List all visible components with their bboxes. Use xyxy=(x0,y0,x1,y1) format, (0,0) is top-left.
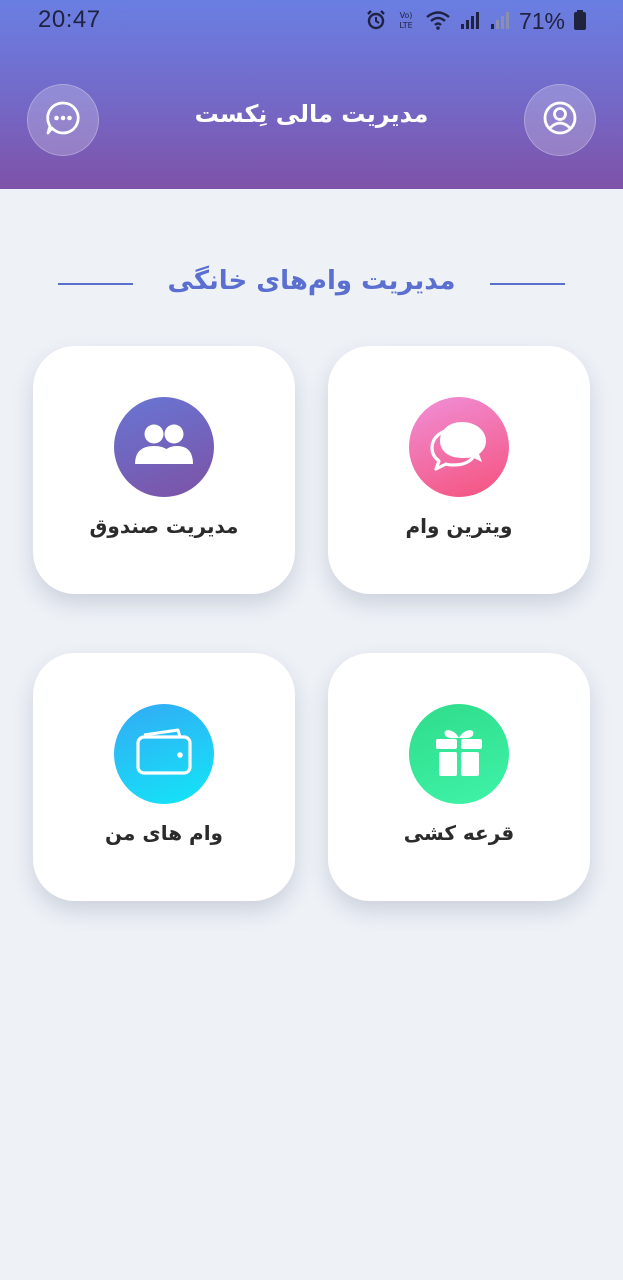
signal-weak-icon xyxy=(489,9,511,35)
loan-showcase-label: ویترین وام xyxy=(405,514,513,538)
wallet-icon xyxy=(134,727,194,781)
page-title: مدیریت مالی نِکست xyxy=(194,100,429,128)
status-time: 20:47 xyxy=(38,6,101,33)
status-icons: Vo) LTE 71% xyxy=(365,8,587,35)
fund-management-card[interactable]: مدیریت صندوق xyxy=(33,346,295,594)
users-icon xyxy=(133,420,195,474)
lottery-label: قرعه کشی xyxy=(403,821,515,845)
section-title: مدیریت وام‌های خانگی xyxy=(167,266,456,296)
profile-button[interactable] xyxy=(524,84,596,156)
fund-management-label: مدیریت صندوق xyxy=(89,514,239,538)
lottery-icon-circle xyxy=(409,704,509,804)
gift-icon xyxy=(432,724,486,784)
battery-percent: 71% xyxy=(518,8,565,34)
chat-button[interactable] xyxy=(27,84,99,156)
status-bar: 20:47 Vo) LTE 71% xyxy=(0,0,623,44)
battery-icon xyxy=(573,9,587,35)
section-divider-right xyxy=(490,283,565,285)
svg-text:Vo): Vo) xyxy=(400,11,413,20)
fund-icon-circle xyxy=(114,397,214,497)
my-loans-label: وام های من xyxy=(105,821,223,845)
my-loans-icon-circle xyxy=(114,704,214,804)
user-icon xyxy=(541,99,579,141)
section-divider-left xyxy=(58,283,133,285)
showcase-icon-circle xyxy=(409,397,509,497)
wifi-icon xyxy=(425,9,451,35)
my-loans-card[interactable]: وام های من xyxy=(33,653,295,901)
signal-icon xyxy=(459,9,481,35)
alarm-icon xyxy=(365,9,387,35)
chat-icon xyxy=(44,99,82,141)
lottery-card[interactable]: قرعه کشی xyxy=(328,653,590,901)
loan-showcase-card[interactable]: ویترین وام xyxy=(328,346,590,594)
chat-bubbles-icon xyxy=(428,416,490,478)
volte-icon: Vo) LTE xyxy=(395,9,417,35)
svg-text:LTE: LTE xyxy=(399,21,412,30)
